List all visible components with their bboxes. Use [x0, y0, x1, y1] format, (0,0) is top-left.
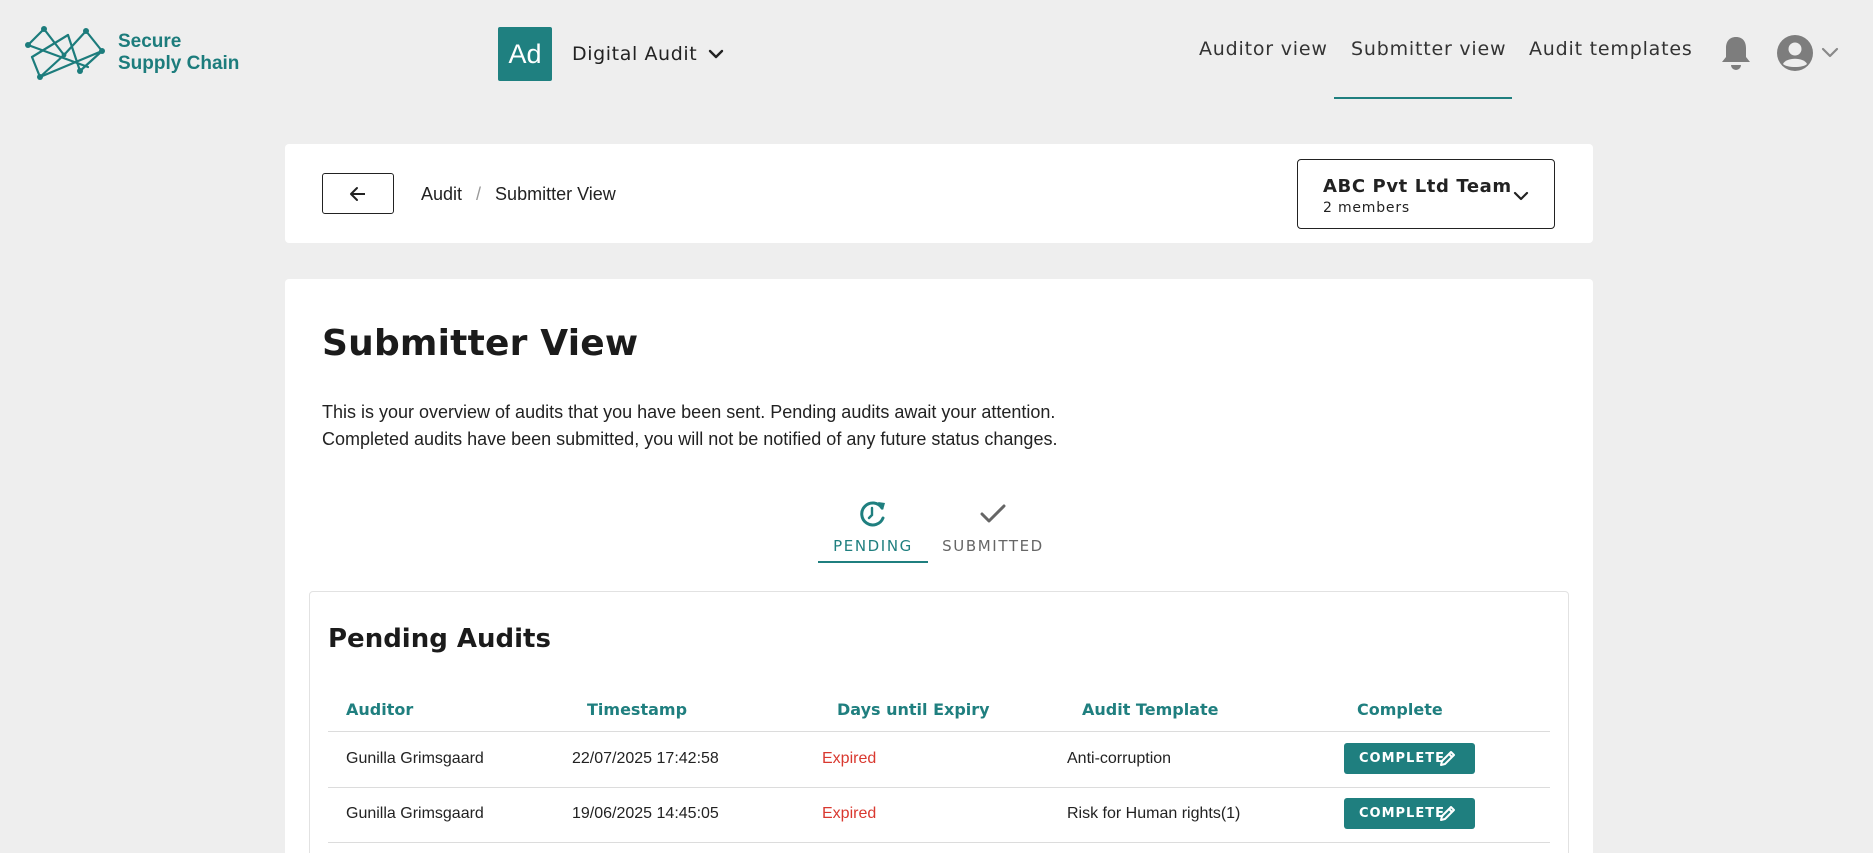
- tab-submitted[interactable]: SUBMITTED: [928, 493, 1058, 563]
- tab-pending-label: PENDING: [833, 537, 913, 555]
- table-row: Gunilla Grimsgaard 19/06/2025 14:45:05 E…: [328, 788, 1550, 843]
- column-header-audit-template[interactable]: Audit Template: [1082, 700, 1218, 719]
- table-header-row: Auditor Timestamp Days until Expiry Audi…: [328, 688, 1550, 732]
- cell-timestamp: 19/06/2025 14:45:05: [572, 805, 719, 822]
- cell-audit-template: Risk for Human rights(1): [1067, 805, 1241, 822]
- brand-line-1: Secure: [118, 31, 182, 52]
- chevron-down-icon: [1513, 191, 1529, 201]
- chevron-down-icon[interactable]: [1821, 47, 1839, 59]
- app-name: Digital Audit: [572, 43, 698, 65]
- brand-logo[interactable]: Secure Supply Chain: [24, 25, 239, 81]
- app-switcher[interactable]: Ad Digital Audit: [498, 27, 725, 81]
- cell-timestamp: 22/07/2025 17:42:58: [572, 750, 719, 767]
- complete-button-label: COMPLETE: [1359, 751, 1445, 766]
- page-description: This is your overview of audits that you…: [322, 399, 1057, 453]
- cell-auditor: Gunilla Grimsgaard: [346, 805, 484, 822]
- refresh-clock-icon: [860, 501, 885, 527]
- page-title: Submitter View: [322, 323, 639, 364]
- active-nav-indicator: [1334, 97, 1512, 99]
- column-header-auditor[interactable]: Auditor: [346, 700, 413, 719]
- nav-auditor-view[interactable]: Auditor view: [1199, 38, 1328, 60]
- cell-expiry-status: Expired: [822, 805, 877, 822]
- breadcrumb-item-audit[interactable]: Audit: [421, 184, 462, 205]
- nav-audit-templates[interactable]: Audit templates: [1529, 38, 1693, 60]
- bell-icon[interactable]: [1718, 34, 1754, 72]
- page-description-line-1: This is your overview of audits that you…: [322, 402, 1056, 422]
- team-selector[interactable]: ABC Pvt Ltd Team 2 members: [1297, 159, 1555, 229]
- brand-name: Secure Supply Chain: [118, 31, 239, 75]
- table-title: Pending Audits: [328, 624, 551, 654]
- user-avatar-icon[interactable]: [1776, 34, 1814, 72]
- cell-audit-template: Anti-corruption: [1067, 750, 1172, 767]
- brand-line-2: Supply Chain: [118, 53, 240, 74]
- team-member-count: 2 members: [1323, 200, 1410, 216]
- pencil-icon: [1440, 806, 1455, 821]
- column-header-complete: Complete: [1357, 700, 1443, 719]
- tab-pending[interactable]: PENDING: [818, 493, 928, 563]
- top-navigation-bar: Secure Supply Chain Ad Digital Audit Aud…: [0, 0, 1873, 100]
- column-header-days-until-expiry[interactable]: Days until Expiry: [837, 700, 990, 719]
- arrow-left-icon: [350, 186, 365, 201]
- submitter-view-panel: Submitter View This is your overview of …: [285, 279, 1593, 853]
- complete-button[interactable]: COMPLETE: [1344, 798, 1475, 829]
- chevron-down-icon: [709, 49, 724, 59]
- network-logo-icon: [25, 26, 105, 80]
- tab-submitted-label: SUBMITTED: [942, 537, 1044, 555]
- nav-submitter-view[interactable]: Submitter view: [1351, 38, 1506, 60]
- pending-audits-table: Pending Audits Auditor Timestamp Days un…: [309, 591, 1569, 853]
- breadcrumb: Audit / Submitter View: [421, 184, 616, 205]
- status-tabs: PENDING SUBMITTED: [818, 493, 1058, 593]
- complete-button-label: COMPLETE: [1359, 806, 1445, 821]
- breadcrumb-item-current: Submitter View: [495, 184, 616, 204]
- app-badge: Ad: [498, 27, 552, 81]
- complete-button[interactable]: COMPLETE: [1344, 743, 1475, 774]
- cell-auditor: Gunilla Grimsgaard: [346, 750, 484, 767]
- pencil-icon: [1440, 751, 1455, 766]
- breadcrumb-bar: Audit / Submitter View ABC Pvt Ltd Team …: [285, 144, 1593, 243]
- team-name: ABC Pvt Ltd Team: [1323, 176, 1512, 197]
- back-button[interactable]: [322, 173, 394, 214]
- table-row: Gunilla Grimsgaard 22/07/2025 17:42:58 E…: [328, 733, 1550, 788]
- page-description-line-2: Completed audits have been submitted, yo…: [322, 429, 1058, 449]
- cell-expiry-status: Expired: [822, 750, 877, 767]
- check-icon: [980, 504, 1006, 523]
- column-header-timestamp[interactable]: Timestamp: [587, 700, 687, 719]
- breadcrumb-separator: /: [476, 184, 482, 204]
